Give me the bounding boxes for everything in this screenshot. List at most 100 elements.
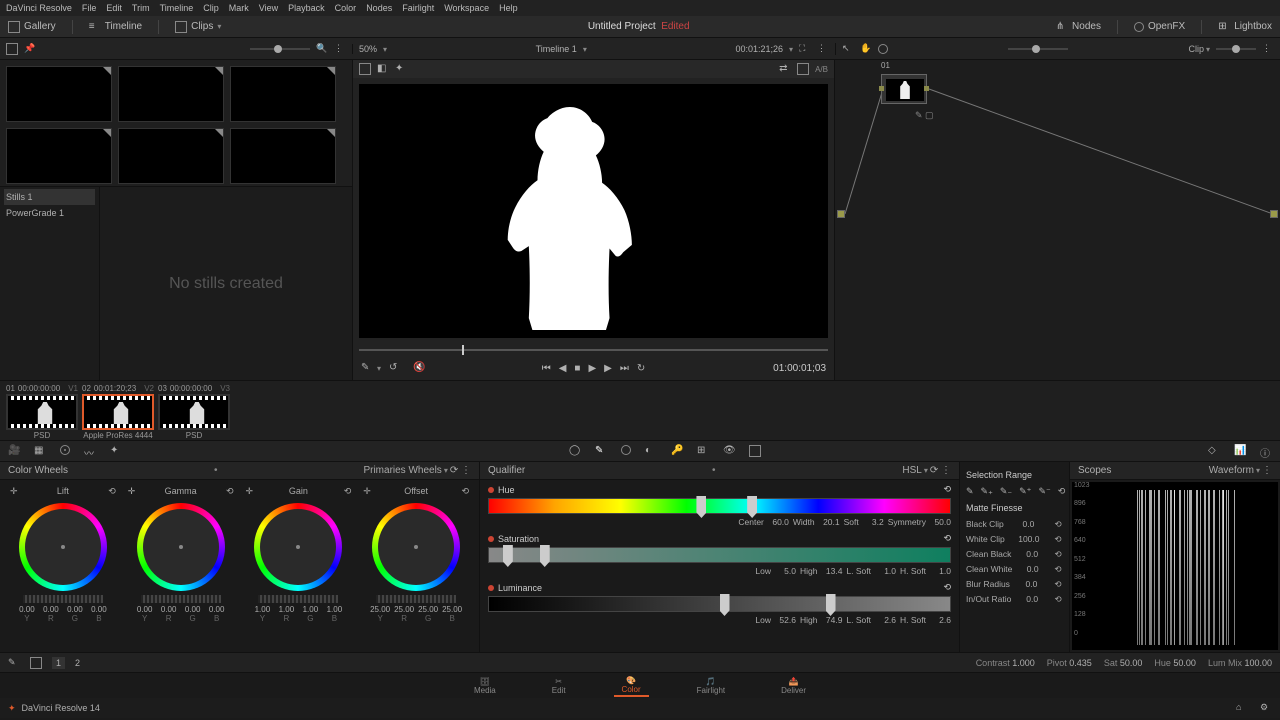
wheel-value[interactable]: 0.00	[64, 605, 86, 614]
zoom-value[interactable]: 50%	[359, 44, 377, 54]
key-icon[interactable]: 🔑	[671, 445, 683, 457]
menu-nodes[interactable]: Nodes	[366, 3, 392, 13]
tracker-icon[interactable]	[621, 445, 631, 455]
menu-fairlight[interactable]: Fairlight	[402, 3, 434, 13]
lum-param[interactable]: High74.9	[800, 615, 842, 625]
menu-workspace[interactable]: Workspace	[444, 3, 489, 13]
color-wheels-icon[interactable]	[60, 445, 70, 455]
auto-balance-icon[interactable]: ✎	[8, 657, 20, 669]
adjust-param[interactable]: Sat 50.00	[1104, 658, 1143, 668]
wheel-picker-icon[interactable]: ✛	[128, 486, 136, 497]
page-deliver[interactable]: 📤Deliver	[773, 676, 814, 696]
unmix-icon[interactable]: ⇄	[779, 63, 791, 75]
master-jog[interactable]	[141, 595, 221, 603]
sat-bar[interactable]	[488, 547, 951, 563]
settings-icon[interactable]: ⚙	[1260, 702, 1272, 714]
menu-trim[interactable]: Trim	[132, 3, 150, 13]
pick-white-icon[interactable]	[30, 657, 42, 669]
wheel-reset-icon[interactable]: ⟲	[226, 486, 234, 497]
clip-item[interactable]: 0300:00:00:00V3 PSD	[158, 384, 230, 440]
wheel-value[interactable]: 0.00	[88, 605, 110, 614]
first-frame-icon[interactable]: ⏮	[542, 363, 551, 374]
wheel-value[interactable]: 0.00	[134, 605, 156, 614]
node-zoom-slider[interactable]	[1008, 48, 1068, 50]
scopes-mode-dropdown[interactable]: Waveform ⋮	[1209, 465, 1272, 476]
color-wheel[interactable]	[137, 503, 225, 591]
gallery-thumb[interactable]	[230, 66, 336, 122]
hue-param[interactable]: Center60.0	[738, 517, 789, 527]
qualifier-mode-dropdown[interactable]: HSL ⟳ ⋮	[902, 465, 951, 476]
data-burn-icon[interactable]	[749, 445, 761, 457]
picker-icon[interactable]: ✎	[966, 486, 974, 497]
nodes-button[interactable]: ⋔Nodes	[1056, 21, 1101, 33]
lum-param[interactable]: H. Soft2.6	[900, 615, 951, 625]
curves-icon[interactable]: 〰	[84, 445, 96, 457]
gallery-thumb[interactable]	[118, 128, 224, 184]
lum-bar[interactable]	[488, 596, 951, 612]
picker-add-icon[interactable]: ✎₊	[981, 486, 993, 497]
wheel-picker-icon[interactable]: ✛	[10, 486, 18, 497]
hue-bar[interactable]	[488, 498, 951, 514]
menu-help[interactable]: Help	[499, 3, 518, 13]
master-jog[interactable]	[23, 595, 103, 603]
highlight-icon[interactable]: ✦	[395, 63, 407, 75]
finesse-param[interactable]: White Clip100.0⟲	[966, 532, 1063, 547]
sort-icon[interactable]: ⋮	[334, 43, 346, 55]
menu-timeline[interactable]: Timeline	[160, 3, 194, 13]
wheel-value[interactable]: 25.00	[369, 605, 391, 614]
play-icon[interactable]: ▶	[588, 363, 596, 374]
wheel-value[interactable]: 1.00	[299, 605, 321, 614]
mute-icon[interactable]: 🔇	[413, 362, 425, 374]
sizing-icon[interactable]: ⊞	[697, 445, 709, 457]
gallery-button[interactable]: Gallery	[8, 21, 56, 33]
hue-param[interactable]: Symmetry50.0	[888, 517, 951, 527]
openfx-button[interactable]: OpenFX	[1134, 21, 1185, 32]
project-settings-icon[interactable]: ⌂	[1236, 702, 1248, 714]
wheel-value[interactable]: 0.00	[182, 605, 204, 614]
color-wheel[interactable]	[372, 503, 460, 591]
hue-reset-icon[interactable]: ⟲	[943, 484, 951, 495]
thumbnail-size-slider[interactable]	[250, 48, 310, 50]
viewer-canvas[interactable]	[359, 84, 828, 338]
viewer-mode-icon[interactable]	[797, 63, 809, 75]
wheel-reset-icon[interactable]: ⟲	[344, 486, 352, 497]
blur-icon[interactable]: ◐	[645, 445, 657, 457]
page-2-button[interactable]: 2	[75, 658, 80, 668]
qualifier-pick-icon[interactable]: ✎	[595, 445, 607, 457]
lum-param[interactable]: Low52.6	[755, 615, 796, 625]
timeline-button[interactable]: ≡Timeline	[89, 21, 142, 33]
wheels-mode-dropdown[interactable]: Primaries Wheels ⟳ ⋮	[363, 465, 471, 476]
search-icon[interactable]: 🔍	[316, 43, 328, 55]
timeline-name[interactable]: Timeline 1	[536, 44, 577, 54]
hue-param[interactable]: Width20.1	[793, 517, 840, 527]
page-fairlight[interactable]: 🎵Fairlight	[689, 676, 733, 696]
wheel-value[interactable]: 25.00	[441, 605, 463, 614]
menu-mark[interactable]: Mark	[229, 3, 249, 13]
sat-reset-icon[interactable]: ⟲	[943, 533, 951, 544]
sat-param[interactable]: High13.4	[800, 566, 842, 576]
clip-item[interactable]: 0100:00:00:00V1 PSD	[6, 384, 78, 440]
picker-mode-icon[interactable]	[377, 363, 381, 374]
camera-raw-icon[interactable]: 🎥	[8, 445, 20, 457]
clip-item[interactable]: 0200:01:20;23V2 Apple ProRes 4444	[82, 384, 154, 440]
layout-icon[interactable]	[6, 43, 18, 55]
menu-color[interactable]: Color	[335, 3, 357, 13]
info-icon[interactable]: ⓘ	[1260, 445, 1272, 457]
powergrade-tab[interactable]: PowerGrade 1	[4, 205, 95, 221]
sat-param[interactable]: L. Soft1.0	[846, 566, 896, 576]
page-edit[interactable]: ✂Edit	[544, 676, 574, 696]
page-color[interactable]: 🎨Color	[614, 675, 649, 697]
wheel-value[interactable]: 0.00	[40, 605, 62, 614]
channel-label[interactable]: A/B	[815, 65, 828, 74]
last-frame-icon[interactable]: ⏭	[620, 363, 629, 374]
lum-reset-icon[interactable]: ⟲	[943, 582, 951, 593]
menu-edit[interactable]: Edit	[106, 3, 122, 13]
adjust-param[interactable]: Lum Mix 100.00	[1208, 658, 1272, 668]
menu-clip[interactable]: Clip	[203, 3, 219, 13]
adjust-param[interactable]: Hue 50.00	[1154, 658, 1196, 668]
node-menu-icon[interactable]: ⋮	[1262, 43, 1274, 55]
finesse-param[interactable]: Black Clip0.0⟲	[966, 517, 1063, 532]
menu-file[interactable]: File	[82, 3, 97, 13]
stills-tab[interactable]: Stills 1	[4, 189, 95, 205]
picker-sub-icon[interactable]: ✎₋	[1000, 486, 1012, 497]
